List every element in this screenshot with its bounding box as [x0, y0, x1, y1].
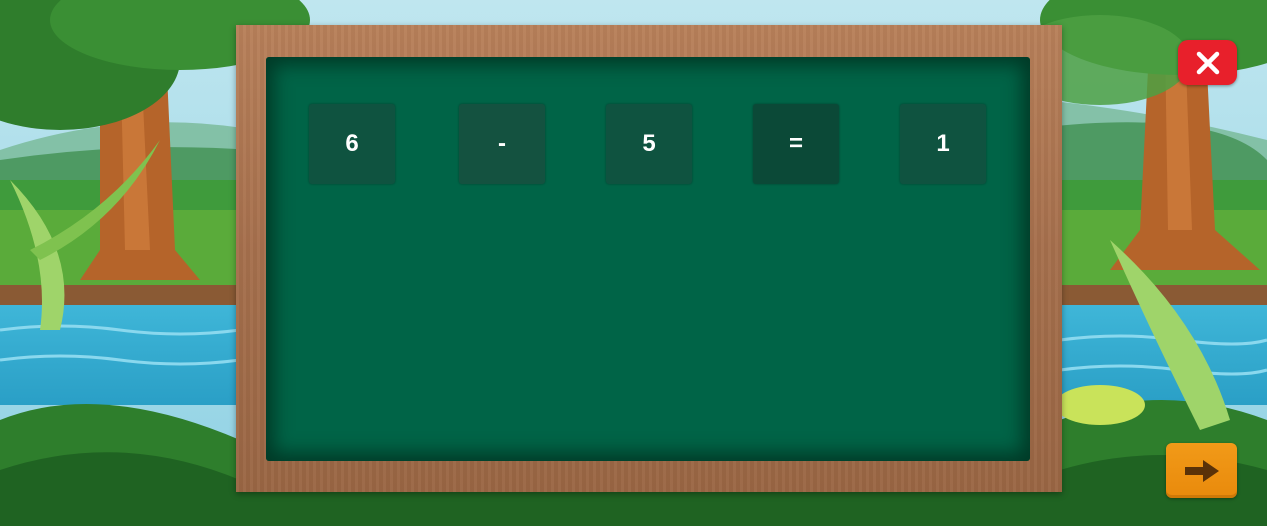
chalkboard: 6 - 5 = 1 — [266, 57, 1030, 461]
close-icon — [1196, 51, 1219, 74]
equation-tile-equals[interactable]: = — [753, 104, 839, 184]
equation-tile-operator[interactable]: - — [459, 104, 545, 184]
equation-tile-operand-1[interactable]: 6 — [309, 104, 395, 184]
game-scene: 6 - 5 = 1 — [0, 0, 1267, 526]
equation-tile-answer[interactable]: 1 — [900, 104, 986, 184]
equation-tile-operand-2[interactable]: 5 — [606, 104, 692, 184]
arrow-right-icon — [1184, 459, 1219, 482]
chalkboard-frame: 6 - 5 = 1 — [236, 25, 1062, 492]
next-button[interactable] — [1166, 443, 1237, 498]
close-button[interactable] — [1178, 40, 1237, 85]
